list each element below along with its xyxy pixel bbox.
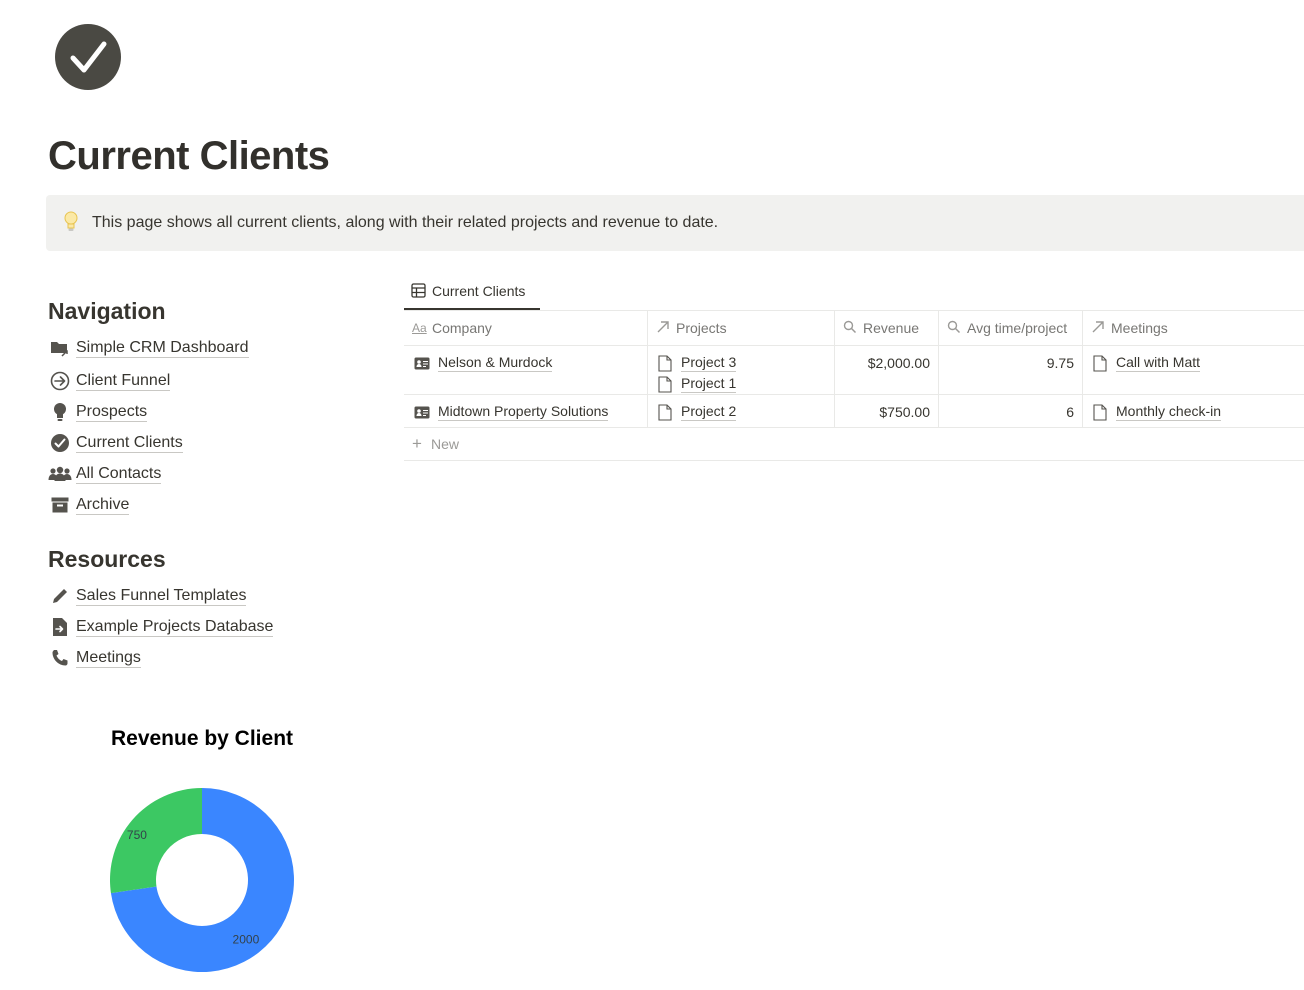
contact-card-icon: [414, 406, 430, 418]
people-icon: [48, 464, 72, 484]
resource-label: Example Projects Database: [76, 617, 274, 637]
folder-arrow-icon: [48, 338, 72, 358]
company-name[interactable]: Nelson & Murdock: [438, 354, 553, 372]
new-row-button[interactable]: + New: [404, 427, 1304, 461]
meeting-link[interactable]: Call with Matt: [1116, 354, 1201, 372]
check-circle-icon: [48, 433, 72, 453]
company-cell[interactable]: Midtown Property Solutions: [404, 395, 647, 427]
avg-time-cell[interactable]: 9.75: [938, 346, 1082, 394]
page-icon: [1093, 354, 1107, 372]
column-header-label: Meetings: [1111, 320, 1168, 336]
nav-label: Client Funnel: [76, 371, 171, 391]
table-header-row: Aa Company Projects Revenue Avg time/pro…: [404, 310, 1304, 345]
contact-card-icon: [414, 357, 430, 369]
callout: This page shows all current clients, alo…: [46, 195, 1304, 251]
relation-arrow-icon: [657, 321, 669, 333]
revenue-value: $750.00: [879, 404, 930, 420]
meeting-link[interactable]: Monthly check-in: [1116, 403, 1222, 421]
project-link[interactable]: Project 2: [681, 403, 737, 421]
table-row[interactable]: Nelson & Murdock Project 3 Project 1 $2,…: [404, 345, 1304, 394]
nav-item-simple-crm-dashboard[interactable]: Simple CRM Dashboard: [48, 332, 249, 363]
revenue-cell[interactable]: $2,000.00: [834, 346, 938, 394]
navigation-list: Simple CRM Dashboard Client Funnel Prosp…: [48, 332, 249, 520]
page-icon: [658, 375, 672, 393]
column-header-company[interactable]: Aa Company: [404, 311, 647, 345]
page-icon: [658, 403, 672, 421]
donut-slice[interactable]: [109, 788, 202, 894]
meetings-cell[interactable]: Call with Matt: [1082, 346, 1304, 394]
resource-item-sales-funnel-templates[interactable]: Sales Funnel Templates: [48, 580, 273, 611]
projects-cell[interactable]: Project 3 Project 1: [647, 346, 834, 394]
column-header-avg-time[interactable]: Avg time/project: [938, 311, 1082, 345]
table-icon: [411, 283, 426, 298]
donut-slice-label: 750: [127, 828, 147, 842]
resources-heading: Resources: [48, 546, 166, 572]
column-header-label: Projects: [676, 320, 727, 336]
lightbulb-icon: [64, 211, 78, 231]
nav-item-prospects[interactable]: Prospects: [48, 396, 249, 427]
rollup-search-icon: [843, 320, 857, 334]
nav-label: Current Clients: [76, 433, 183, 453]
column-header-label: Company: [432, 320, 492, 336]
page-icon: [658, 354, 672, 372]
column-header-label: Revenue: [863, 320, 920, 336]
nav-item-all-contacts[interactable]: All Contacts: [48, 458, 249, 489]
column-header-revenue[interactable]: Revenue: [834, 311, 938, 345]
relation-arrow-icon: [1092, 321, 1104, 333]
page-title: Current Clients: [48, 134, 330, 178]
nav-item-archive[interactable]: Archive: [48, 489, 249, 520]
nav-item-client-funnel[interactable]: Client Funnel: [48, 365, 249, 396]
nav-label: Simple CRM Dashboard: [76, 338, 249, 358]
meetings-cell[interactable]: Monthly check-in: [1082, 395, 1304, 427]
title-aa-icon: Aa: [412, 321, 427, 335]
lightbulb-icon: [48, 402, 72, 422]
project-link[interactable]: Project 1: [681, 375, 737, 393]
page-icon: [1093, 403, 1107, 421]
donut-slice-label: 2000: [233, 932, 260, 946]
revenue-cell[interactable]: $750.00: [834, 395, 938, 427]
chart-title: Revenue by Client: [110, 727, 294, 750]
company-name[interactable]: Midtown Property Solutions: [438, 403, 609, 421]
database-view-tab[interactable]: Current Clients: [404, 276, 540, 310]
column-header-label: Avg time/project: [967, 320, 1068, 336]
archive-box-icon: [48, 495, 72, 515]
resource-item-example-projects-database[interactable]: Example Projects Database: [48, 611, 274, 642]
avg-time-cell[interactable]: 6: [938, 395, 1082, 427]
company-cell[interactable]: Nelson & Murdock: [404, 346, 647, 394]
plus-icon: +: [412, 434, 422, 453]
revenue-value: $2,000.00: [867, 355, 930, 371]
resources-list: Sales Funnel Templates Example Projects …: [48, 580, 274, 673]
column-header-meetings[interactable]: Meetings: [1082, 311, 1304, 345]
nav-label: Prospects: [76, 402, 148, 422]
resource-item-meetings[interactable]: Meetings: [48, 642, 273, 673]
resource-label: Sales Funnel Templates: [76, 586, 247, 606]
file-import-icon: [48, 617, 72, 637]
table-row[interactable]: Midtown Property Solutions Project 2 $75…: [404, 394, 1304, 427]
nav-label: Archive: [76, 495, 130, 515]
nav-label: All Contacts: [76, 464, 162, 484]
column-header-projects[interactable]: Projects: [647, 311, 834, 345]
revenue-donut-chart: 2000 750: [109, 788, 294, 972]
new-row-label: New: [431, 436, 460, 452]
avg-time-value: 9.75: [1046, 355, 1074, 371]
avg-time-value: 6: [1066, 404, 1074, 420]
pencil-icon: [48, 586, 72, 606]
phone-icon: [48, 648, 72, 668]
nav-item-current-clients[interactable]: Current Clients: [48, 427, 249, 458]
arrow-circle-icon: [48, 371, 72, 391]
projects-cell[interactable]: Project 2: [647, 395, 834, 427]
database-view-tab-label: Current Clients: [432, 283, 526, 299]
rollup-search-icon: [947, 320, 961, 334]
navigation-heading: Navigation: [48, 298, 166, 324]
callout-text: This page shows all current clients, alo…: [92, 214, 719, 231]
resource-label: Meetings: [76, 648, 141, 668]
clients-table: Aa Company Projects Revenue Avg time/pro…: [404, 310, 1304, 461]
page-check-icon[interactable]: [55, 24, 121, 90]
project-link[interactable]: Project 3: [681, 354, 737, 372]
